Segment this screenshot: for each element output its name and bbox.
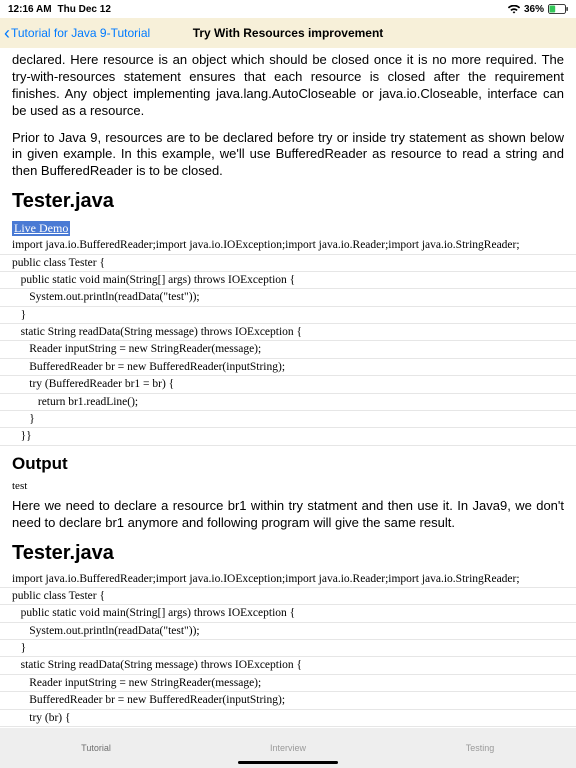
paragraph: Here we need to declare a resource br1 w… [12, 498, 564, 532]
battery-icon [548, 4, 568, 14]
code-line: System.out.println(readData("test")); [0, 623, 576, 640]
output-text: test [12, 478, 564, 494]
code-line: static String readData(String message) t… [0, 324, 576, 341]
tab-testing[interactable]: Testing [384, 743, 576, 753]
code-line: static String readData(String message) t… [0, 657, 576, 674]
status-bar: 12:16 AM Thu Dec 12 36% [0, 0, 576, 18]
battery-percentage: 36% [524, 4, 544, 15]
code-line: } [0, 640, 576, 657]
code-line: public static void main(String[] args) t… [0, 605, 576, 622]
tab-bar: Tutorial Interview Testing [0, 728, 576, 768]
page-title: Try With Resources improvement [193, 26, 384, 40]
back-button[interactable]: ‹ Tutorial for Java 9-Tutorial [0, 24, 150, 42]
code-line: public class Tester { [0, 255, 576, 272]
code-line: BufferedReader br = new BufferedReader(i… [0, 692, 576, 709]
code-line: return br1.readLine(); [0, 394, 576, 411]
wifi-icon [508, 5, 520, 14]
code-line: }} [0, 428, 576, 445]
status-date: Thu Dec 12 [58, 4, 111, 15]
code-line: Reader inputString = new StringReader(me… [0, 675, 576, 692]
code-line: import java.io.BufferedReader;import jav… [0, 237, 576, 254]
code-line: Reader inputString = new StringReader(me… [0, 341, 576, 358]
code-heading: Tester.java [12, 190, 564, 213]
status-time: 12:16 AM [8, 4, 52, 15]
output-heading: Output [12, 454, 564, 474]
code-line: public static void main(String[] args) t… [0, 272, 576, 289]
code-line: BufferedReader br = new BufferedReader(i… [0, 359, 576, 376]
code-line: System.out.println(readData("test")); [0, 289, 576, 306]
code-line: public class Tester { [0, 588, 576, 605]
nav-bar: ‹ Tutorial for Java 9-Tutorial Try With … [0, 18, 576, 48]
paragraph: Prior to Java 9, resources are to be dec… [12, 130, 564, 181]
code-block-1: import java.io.BufferedReader;import jav… [0, 237, 576, 446]
code-line: try (BufferedReader br1 = br) { [0, 376, 576, 393]
home-indicator[interactable] [238, 761, 338, 764]
live-demo-link[interactable]: Live Demo [12, 221, 70, 236]
code-block-2: import java.io.BufferedReader;import jav… [0, 571, 576, 728]
tab-tutorial[interactable]: Tutorial [0, 743, 192, 753]
paragraph: declared. Here resource is an object whi… [12, 52, 564, 120]
code-line: try (br) { [0, 710, 576, 727]
chevron-left-icon: ‹ [4, 24, 10, 42]
code-line: } [0, 411, 576, 428]
code-heading: Tester.java [12, 542, 564, 565]
code-line: import java.io.BufferedReader;import jav… [0, 571, 576, 588]
tab-interview[interactable]: Interview [192, 743, 384, 753]
back-label: Tutorial for Java 9-Tutorial [11, 26, 150, 40]
code-line: } [0, 307, 576, 324]
content-area[interactable]: declared. Here resource is an object whi… [0, 48, 576, 728]
